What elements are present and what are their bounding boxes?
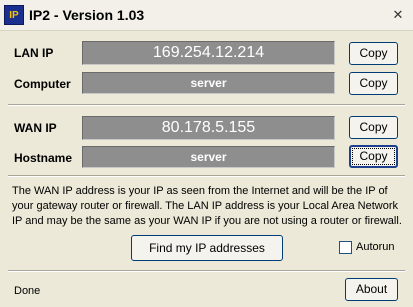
lan-ip-field: 169.254.12.214 [82,41,335,65]
copy-lan-ip-button[interactable]: Copy [349,42,398,65]
hostname-field: server [82,146,335,168]
wan-ip-label: WAN IP [14,121,57,135]
about-button[interactable]: About [345,278,398,301]
close-icon[interactable]: ✕ [389,6,407,24]
copy-wan-ip-button[interactable]: Copy [349,116,398,139]
copy-hostname-button[interactable]: Copy [349,145,398,168]
lan-ip-label: LAN IP [14,46,54,60]
hostname-label: Hostname [14,151,73,165]
ip2-window: IP IP2 - Version 1.03 ✕ LAN IP 169.254.1… [0,0,413,307]
separator [8,270,405,272]
copy-computer-button[interactable]: Copy [349,72,398,95]
computer-label: Computer [14,77,71,91]
status-text: Done [14,285,41,297]
computer-field: server [82,72,335,94]
separator [8,175,405,177]
autorun-label[interactable]: Autorun [356,241,395,253]
title-bar[interactable]: IP IP2 - Version 1.03 ✕ [0,0,413,31]
wan-ip-field: 80.178.5.155 [82,116,335,140]
autorun-checkbox[interactable] [339,241,352,254]
find-ip-button[interactable]: Find my IP addresses [131,235,283,261]
window-title: IP2 - Version 1.03 [29,7,145,23]
separator [8,104,405,106]
info-text: The WAN IP address is your IP as seen fr… [12,185,402,227]
app-icon: IP [4,5,24,25]
